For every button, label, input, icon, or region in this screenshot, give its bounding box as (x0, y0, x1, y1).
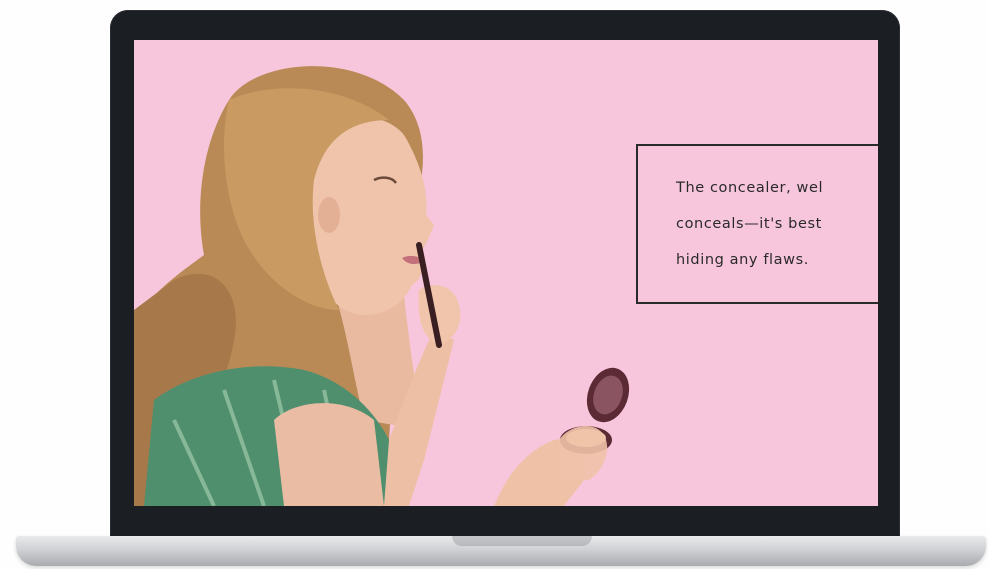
caption-line-1: The concealer, wel (676, 180, 824, 196)
laptop-notch (452, 536, 592, 546)
woman-applying-makeup-image (134, 66, 630, 506)
video-screen[interactable]: The concealer, wel conceals—it's best hi… (134, 40, 878, 506)
laptop-base (16, 536, 986, 566)
laptop-lid: The concealer, wel conceals—it's best hi… (110, 10, 900, 538)
caption-line-2: conceals—it's best (676, 216, 822, 232)
caption-box: The concealer, wel conceals—it's best hi… (636, 144, 878, 304)
caption-line-3: hiding any flaws. (676, 252, 809, 268)
